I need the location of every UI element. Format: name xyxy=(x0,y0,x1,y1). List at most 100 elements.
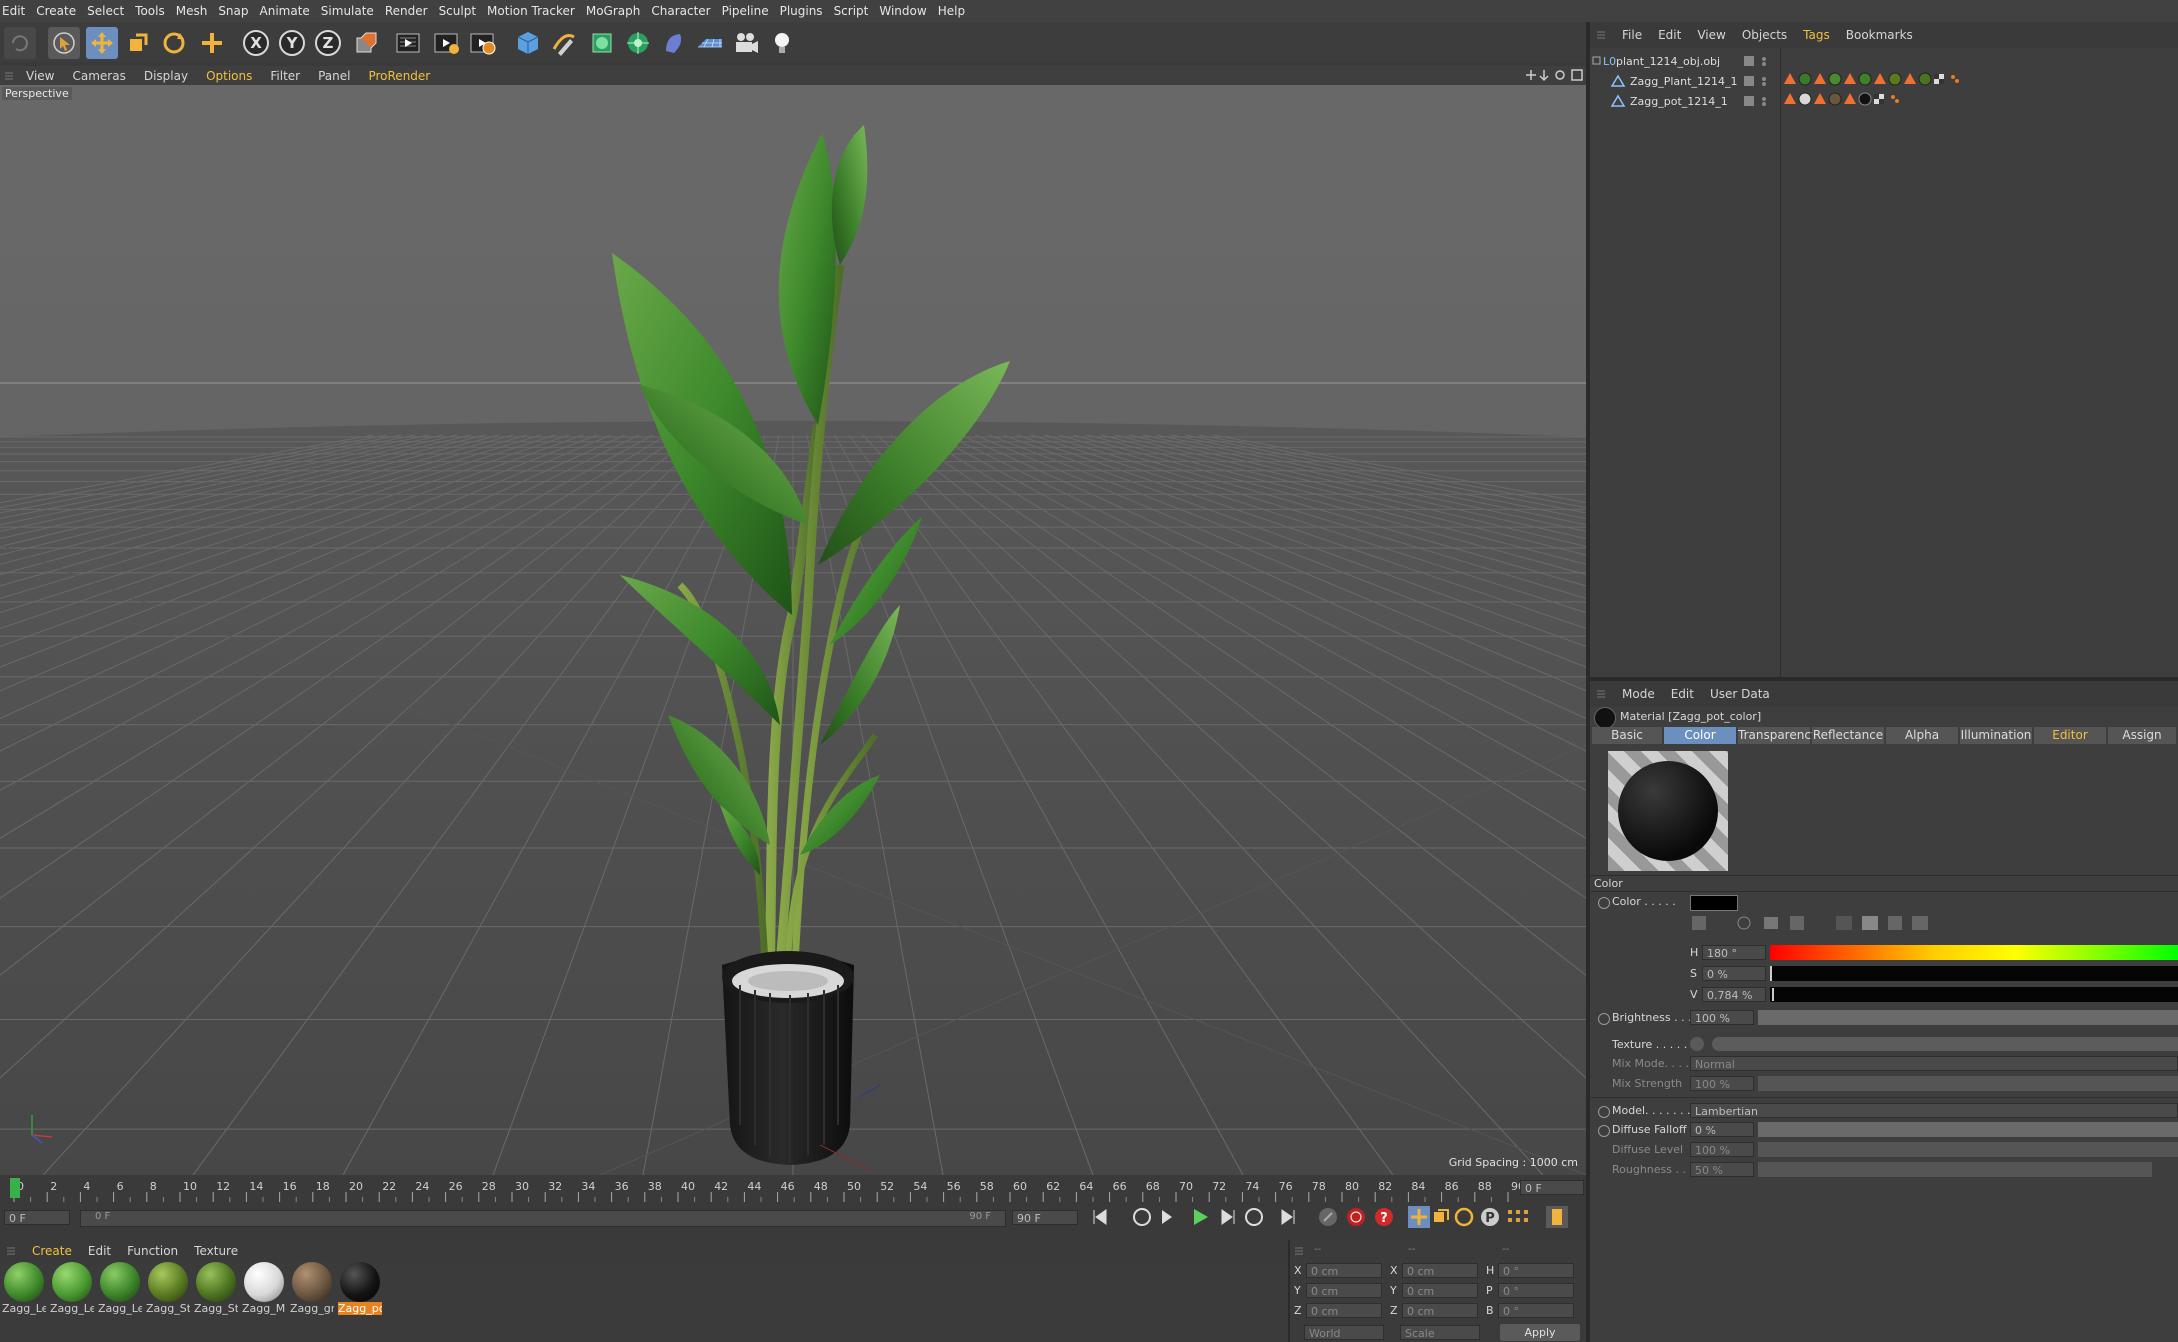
saturation-slider[interactable] xyxy=(1770,966,2178,981)
material-swatch-selected[interactable]: Zagg_pc xyxy=(338,1262,382,1322)
menu-mesh[interactable]: Mesh xyxy=(176,4,219,18)
color-swatch[interactable] xyxy=(1690,895,1738,911)
scale-key-icon[interactable] xyxy=(1434,1209,1449,1222)
hue-slider[interactable] xyxy=(1770,945,2178,960)
materials-menu-function[interactable]: Function xyxy=(127,1244,178,1258)
coordinate-system-select[interactable]: World xyxy=(1304,1325,1384,1340)
menu-render[interactable]: Render xyxy=(385,4,439,18)
menu-script[interactable]: Script xyxy=(834,4,880,18)
attributes-menu-user-data[interactable]: User Data xyxy=(1710,687,1770,701)
viewport-nav-controls[interactable] xyxy=(1520,66,1586,85)
material-swatch[interactable]: Zagg_St xyxy=(194,1262,238,1322)
objects-menu-file[interactable]: File xyxy=(1622,28,1642,42)
tab-transparency[interactable]: Transparency xyxy=(1738,727,1818,744)
material-swatch[interactable]: Zagg_gr xyxy=(290,1262,334,1322)
end-frame-field[interactable]: 90 F xyxy=(1012,1210,1078,1225)
array-icon[interactable] xyxy=(622,27,654,59)
menu-select[interactable]: Select xyxy=(87,4,135,18)
material-swatch[interactable]: Zagg_Le xyxy=(2,1262,46,1322)
scale-icon[interactable] xyxy=(122,27,154,59)
go-to-end-icon[interactable] xyxy=(1281,1209,1295,1225)
undo-icon[interactable] xyxy=(4,27,36,59)
mix-strength-input[interactable]: 100 % xyxy=(1690,1076,1754,1091)
tab-assign[interactable]: Assign xyxy=(2108,727,2176,744)
rotate-icon[interactable] xyxy=(158,27,190,59)
attributes-menu-mode[interactable]: Mode xyxy=(1622,687,1655,701)
mix-mode-select[interactable]: Normal xyxy=(1690,1056,2178,1071)
panel-separator[interactable] xyxy=(1288,1240,1290,1342)
saturation-input[interactable]: 0 % xyxy=(1702,966,1766,981)
apply-button[interactable]: Apply xyxy=(1500,1324,1580,1341)
objects-menu-edit[interactable]: Edit xyxy=(1658,28,1681,42)
previous-key-icon[interactable] xyxy=(1133,1208,1151,1226)
coord-x-input[interactable]: 0 cm xyxy=(1306,1263,1382,1278)
coord-y-input[interactable]: 0 cm xyxy=(1306,1283,1382,1298)
texture-slot[interactable] xyxy=(1712,1037,2178,1051)
value-slider[interactable] xyxy=(1770,987,2178,1002)
camera-icon[interactable] xyxy=(730,27,762,59)
size-y-input[interactable]: 0 cm xyxy=(1402,1283,1478,1298)
subdivision-surface-icon[interactable] xyxy=(586,27,618,59)
tab-color[interactable]: Color xyxy=(1664,727,1736,744)
diffuse-level-slider[interactable] xyxy=(1758,1142,2178,1157)
diffuse-falloff-slider[interactable] xyxy=(1758,1122,2178,1137)
radio-icon[interactable] xyxy=(1598,1106,1610,1118)
roughness-slider[interactable] xyxy=(1758,1162,2152,1177)
menu-sculpt[interactable]: Sculpt xyxy=(439,4,487,18)
radio-icon[interactable] xyxy=(1598,1013,1610,1025)
go-to-start-icon[interactable] xyxy=(1093,1209,1107,1225)
rot-b-input[interactable]: 0 ° xyxy=(1498,1303,1574,1318)
object-name[interactable]: Zagg_pot_1214_1 xyxy=(1630,95,1728,108)
size-x-input[interactable]: 0 cm xyxy=(1402,1263,1478,1278)
rot-p-input[interactable]: 0 ° xyxy=(1498,1283,1574,1298)
z-axis-icon[interactable]: Z xyxy=(312,27,344,59)
objects-menu-view[interactable]: View xyxy=(1697,28,1725,42)
point-level-icon[interactable] xyxy=(1508,1210,1528,1222)
live-selection-icon[interactable] xyxy=(48,27,80,59)
light-icon[interactable] xyxy=(766,27,798,59)
3d-viewport[interactable]: Perspective Grid Spacing : 1000 cm xyxy=(0,85,1586,1175)
range-slider[interactable]: 0 F 90 F xyxy=(80,1210,1006,1227)
diffuse-falloff-input[interactable]: 0 % xyxy=(1690,1122,1754,1137)
tab-reflectance[interactable]: Reflectance xyxy=(1812,727,1884,744)
tab-alpha[interactable]: Alpha xyxy=(1886,727,1958,744)
materials-menu-texture[interactable]: Texture xyxy=(194,1244,238,1258)
size-z-input[interactable]: 0 cm xyxy=(1402,1303,1478,1318)
materials-menu-edit[interactable]: Edit xyxy=(88,1244,111,1258)
timeline-icon[interactable] xyxy=(1546,1206,1568,1228)
roughness-input[interactable]: 50 % xyxy=(1690,1162,1754,1177)
timeline-ruler[interactable]: 0 2 4 6 8 10 12 14 16 18 20 22 24 26 28 30 32 34 36 38 40 42 4… xyxy=(0,1176,1588,1204)
radio-icon[interactable] xyxy=(1598,1125,1610,1137)
visibility-toggles[interactable] xyxy=(1742,52,1778,112)
tab-editor[interactable]: Editor xyxy=(2034,727,2106,744)
play-icon[interactable] xyxy=(1194,1209,1208,1225)
next-key-icon[interactable] xyxy=(1245,1208,1263,1226)
materials-menu-create[interactable]: Create xyxy=(32,1244,72,1258)
viewport-scene[interactable] xyxy=(0,85,1586,1175)
move-icon[interactable] xyxy=(86,27,118,59)
render-view-icon[interactable] xyxy=(392,27,424,59)
color-picker-mode-icons[interactable] xyxy=(1690,913,1930,933)
keyframe-selection-icon[interactable]: ? xyxy=(1375,1208,1393,1226)
viewport-menu-prorender[interactable]: ProRender xyxy=(368,69,430,83)
menu-animate[interactable]: Animate xyxy=(260,4,321,18)
viewport-menu-options[interactable]: Options xyxy=(206,69,252,83)
record-motion-icon[interactable] xyxy=(1319,1208,1337,1226)
object-name[interactable]: plant_1214_obj.obj xyxy=(1616,55,1720,68)
panel-separator[interactable] xyxy=(1590,677,2178,681)
pen-icon[interactable] xyxy=(548,27,580,59)
step-forward-icon[interactable] xyxy=(1221,1209,1235,1225)
autokey-icon[interactable] xyxy=(1347,1208,1365,1226)
value-input[interactable]: 0.784 % xyxy=(1702,987,1766,1002)
render-to-picture-viewer-icon[interactable] xyxy=(430,27,462,59)
object-name[interactable]: Zagg_Plant_1214_1 xyxy=(1630,75,1737,88)
viewport-menu-filter[interactable]: Filter xyxy=(270,69,300,83)
cube-icon[interactable] xyxy=(512,27,544,59)
material-preview[interactable] xyxy=(1608,751,1728,871)
menu-simulate[interactable]: Simulate xyxy=(321,4,385,18)
attributes-menu-edit[interactable]: Edit xyxy=(1671,687,1694,701)
mix-strength-slider[interactable] xyxy=(1758,1076,2178,1091)
material-swatch[interactable]: Zagg_M xyxy=(242,1262,286,1322)
deformer-icon[interactable] xyxy=(658,27,690,59)
y-axis-icon[interactable]: Y xyxy=(276,27,308,59)
